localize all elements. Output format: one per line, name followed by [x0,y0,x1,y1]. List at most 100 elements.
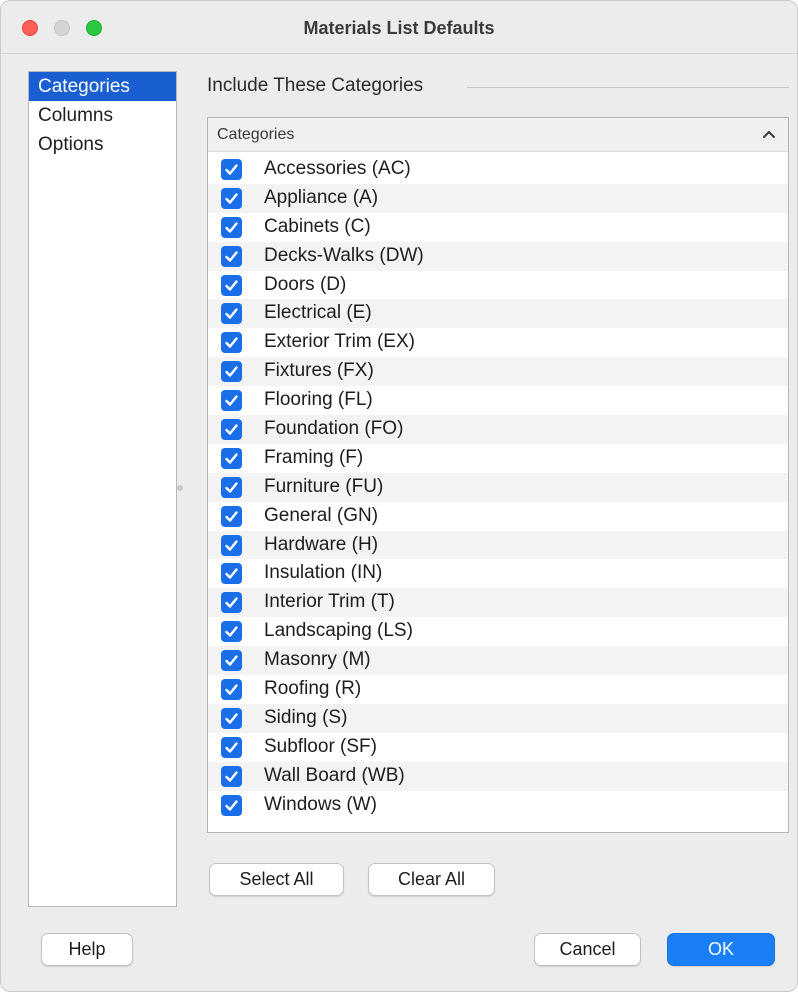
checkmark-icon [225,597,238,609]
checkbox[interactable] [221,534,242,556]
list-item-label: Framing (F) [264,446,364,468]
list-item[interactable]: Interior Trim (T) [208,588,788,618]
list-item-label: Landscaping (LS) [264,620,413,642]
checkmark-icon [225,568,238,580]
list-item-label: Wall Board (WB) [264,764,405,786]
list-item-label: Windows (W) [264,793,377,815]
checkbox[interactable] [221,505,242,527]
checkbox[interactable] [221,476,242,498]
checkbox[interactable] [221,419,242,441]
sidebar-item-options[interactable]: Options [29,130,176,159]
checkbox[interactable] [221,216,242,238]
checkbox[interactable] [221,390,242,412]
list-item-label: Decks-Walks (DW) [264,244,424,266]
checkbox[interactable] [221,274,242,296]
checkmark-icon [225,453,238,464]
checkbox[interactable] [221,563,242,585]
checkbox[interactable] [221,621,242,643]
list-item[interactable]: Cabinets (C) [208,213,788,242]
checkbox[interactable] [221,679,242,701]
list-item[interactable]: Insulation (IN) [208,559,788,588]
splitter-handle[interactable] [177,485,183,491]
list-item-label: Doors (D) [264,273,347,295]
checkbox[interactable] [221,159,242,180]
checkmark-icon [225,713,238,724]
list-item-label: Hardware (H) [264,533,379,555]
list-item[interactable]: Foundation (FO) [208,415,788,444]
checkmark-icon [225,424,238,435]
checkmark-icon [225,771,238,782]
checkbox[interactable] [221,245,242,267]
checkbox[interactable] [221,592,242,614]
list-header-label: Categories [217,126,295,143]
checkmark-icon [225,799,238,811]
checkmark-icon [225,366,238,377]
list-item[interactable]: Furniture (FU) [208,472,788,502]
list-item-label: Exterior Trim (EX) [264,331,415,353]
list-rows: Accessories (AC) Appliance (A) Cabinets (C… [208,155,788,819]
list-item[interactable]: Doors (D) [208,271,788,300]
list-item[interactable]: Framing (F) [208,444,788,473]
list-item[interactable]: Siding (S) [208,703,788,733]
checkbox[interactable] [221,650,242,672]
checkbox[interactable] [221,794,242,816]
checkmark-icon [225,222,238,233]
materials-list-defaults-dialog: Materials List Defaults Categories Colum… [0,0,798,992]
list-item-label: Subfloor (SF) [264,735,377,757]
list-item-label: Accessories (AC) [264,158,411,179]
checkmark-icon [225,308,238,320]
list-item-label: Electrical (E) [264,302,372,324]
list-item-label: Cabinets (C) [264,215,371,237]
list-item[interactable]: Fixtures (FX) [208,357,788,387]
list-item-label: Foundation (FO) [264,418,404,440]
list-item-label: Flooring (FL) [264,389,373,411]
list-item-label: Insulation (IN) [264,562,383,584]
checkmark-icon [225,482,238,493]
checkmark-icon [225,337,238,349]
sidebar-item-categories[interactable]: Categories [29,72,176,101]
checkbox[interactable] [221,736,242,758]
list-item-label: Siding (S) [264,706,348,728]
checkbox[interactable] [221,332,242,354]
help-button[interactable]: Help [41,933,133,966]
window-title: Materials List Defaults [303,18,495,38]
cancel-button[interactable]: Cancel [534,933,641,966]
chevron-up-icon[interactable] [760,126,778,144]
list-item-label: Appliance (A) [264,186,379,208]
list-item[interactable]: Subfloor (SF) [208,733,788,762]
list-item[interactable]: Windows (W) [208,791,788,820]
list-item[interactable]: Appliance (A) [208,183,788,213]
list-item-label: Masonry (M) [264,649,371,671]
list-item[interactable]: Landscaping (LS) [208,617,788,646]
list-item-label: Furniture (FU) [264,475,384,497]
checkmark-icon [225,510,238,522]
list-item[interactable]: Electrical (E) [208,299,788,329]
checkbox[interactable] [221,187,242,209]
list-item[interactable]: Decks-Walks (DW) [208,241,788,271]
list-item[interactable]: Exterior Trim (EX) [208,328,788,357]
list-item[interactable]: Hardware (H) [208,530,788,560]
checkbox[interactable] [221,765,242,787]
categories-list: Categories Accessories (AC) Appliance (A)… [207,117,789,833]
ok-button[interactable]: OK [667,933,775,966]
list-column-header[interactable]: Categories [208,118,788,152]
list-item[interactable]: General (GN) [208,502,788,531]
checkmark-icon [225,655,238,666]
checkbox[interactable] [221,303,242,325]
checkmark-icon [225,164,238,175]
checkmark-icon [225,684,238,695]
checkmark-icon [225,742,238,753]
list-item[interactable]: Masonry (M) [208,646,788,676]
select-all-button[interactable]: Select All [209,863,344,896]
list-item-label: Interior Trim (T) [264,591,395,613]
checkbox[interactable] [221,447,242,469]
checkbox[interactable] [221,361,242,383]
list-item[interactable]: Roofing (R) [208,675,788,704]
sidebar-item-columns[interactable]: Columns [29,101,176,130]
list-item[interactable]: Accessories (AC) [208,155,788,184]
checkmark-icon [225,279,238,291]
list-item[interactable]: Flooring (FL) [208,386,788,415]
checkbox[interactable] [221,707,242,729]
clear-all-button[interactable]: Clear All [368,863,495,896]
list-item[interactable]: Wall Board (WB) [208,761,788,791]
